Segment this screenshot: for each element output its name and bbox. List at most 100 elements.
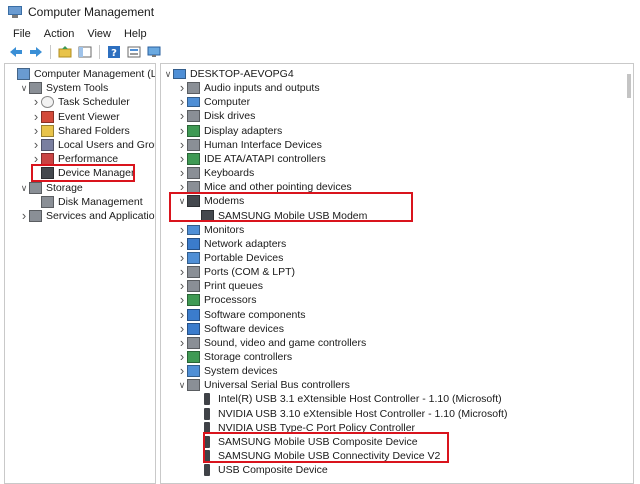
- device-tree-item[interactable]: › Ports (COM & LPT): [177, 265, 295, 279]
- nav-tree-item[interactable]: Device Manager: [31, 166, 134, 180]
- chevron-down-icon[interactable]: ∨: [163, 67, 173, 81]
- device-tree-item[interactable]: › Monitors: [177, 222, 244, 237]
- device-tree-item[interactable]: SAMSUNG Mobile USB Modem: [191, 209, 367, 223]
- device-tree-item[interactable]: NVIDIA USB 3.10 eXtensible Host Controll…: [191, 407, 507, 421]
- menu-help[interactable]: Help: [124, 28, 147, 40]
- chevron-right-icon[interactable]: ›: [177, 236, 187, 251]
- chevron-right-icon[interactable]: ›: [177, 166, 187, 180]
- nav-tree-item[interactable]: › Local Users and Groups: [31, 138, 155, 152]
- nav-tree-item[interactable]: › Task Scheduler: [31, 95, 130, 109]
- device-tree-item[interactable]: › Keyboards: [177, 166, 254, 180]
- chevron-right-icon[interactable]: ›: [177, 321, 187, 336]
- menu-file[interactable]: File: [13, 28, 31, 40]
- device-tree-item[interactable]: › IDE ATA/ATAPI controllers: [177, 151, 326, 166]
- device-tree-item[interactable]: › Human Interface Devices: [177, 137, 322, 152]
- device-tree-item[interactable]: › Print queues: [177, 279, 263, 293]
- chevron-down-icon[interactable]: ∨: [19, 81, 29, 95]
- chevron-right-icon[interactable]: ›: [177, 250, 187, 265]
- device-tree-item[interactable]: › Processors: [177, 293, 257, 307]
- chevron-right-icon[interactable]: ›: [31, 152, 41, 166]
- nav-tree-item[interactable]: › Shared Folders: [31, 123, 130, 138]
- device-tree-item[interactable]: › Storage controllers: [177, 350, 292, 364]
- chevron-right-icon[interactable]: ›: [31, 123, 41, 138]
- device-tree-item[interactable]: › Audio inputs and outputs: [177, 81, 320, 95]
- chevron-right-icon[interactable]: ›: [177, 307, 187, 322]
- tree-item-label: Storage: [46, 181, 83, 194]
- device-tree-item[interactable]: › Disk drives: [177, 109, 256, 123]
- device-tree-pane[interactable]: ∨ DESKTOP-AEVOPG4 › Audio inputs and output…: [160, 63, 634, 484]
- chevron-right-icon[interactable]: ›: [177, 123, 187, 138]
- device-tree-item[interactable]: › Portable Devices: [177, 250, 284, 265]
- back-arrow-icon[interactable]: [8, 45, 24, 59]
- chevron-right-icon[interactable]: ›: [177, 81, 187, 95]
- chevron-right-icon[interactable]: ›: [177, 95, 187, 109]
- ide-controller-icon: [187, 152, 200, 165]
- device-tree-item[interactable]: ∨ Universal Serial Bus controllers: [177, 378, 350, 392]
- event-viewer-icon: [41, 110, 54, 123]
- chevron-right-icon[interactable]: ›: [177, 265, 187, 279]
- chevron-right-icon[interactable]: ›: [177, 350, 187, 364]
- menu-view[interactable]: View: [87, 28, 111, 40]
- menu-action[interactable]: Action: [44, 28, 75, 40]
- device-tree-item[interactable]: SAMSUNG Mobile USB Connectivity Device V…: [191, 449, 440, 463]
- tree-item-label: Network adapters: [204, 237, 287, 250]
- chevron-down-icon[interactable]: ∨: [177, 378, 187, 392]
- chevron-right-icon[interactable]: ›: [19, 209, 29, 223]
- chevron-right-icon[interactable]: ›: [177, 151, 187, 166]
- nav-tree-item[interactable]: Computer Management (Local: [7, 67, 155, 81]
- chevron-right-icon[interactable]: ›: [177, 279, 187, 293]
- display-adapter-icon: [187, 124, 200, 137]
- chevron-right-icon[interactable]: ›: [177, 364, 187, 378]
- chevron-right-icon[interactable]: ›: [177, 180, 187, 194]
- chevron-right-icon[interactable]: ›: [31, 138, 41, 152]
- device-tree-item[interactable]: ∨ DESKTOP-AEVOPG4: [163, 67, 294, 81]
- forward-arrow-icon[interactable]: [28, 45, 44, 59]
- device-tree-item[interactable]: ∨ Modems: [177, 194, 244, 208]
- chevron-right-icon[interactable]: ›: [177, 335, 187, 350]
- device-tree-item[interactable]: NVIDIA USB Type-C Port Policy Controller: [191, 421, 415, 435]
- users-icon: [41, 139, 54, 151]
- device-tree-item[interactable]: › Network adapters: [177, 236, 287, 251]
- tree-item-label: NVIDIA USB Type-C Port Policy Controller: [218, 421, 416, 434]
- device-tree-item[interactable]: › Sound, video and game controllers: [177, 335, 366, 350]
- nav-tree-item[interactable]: › Event Viewer: [31, 109, 120, 124]
- printer-icon: [187, 280, 200, 293]
- nav-tree-item[interactable]: Disk Management: [31, 195, 143, 209]
- nav-tree-item[interactable]: ∨ Storage: [19, 181, 83, 195]
- port-icon: [187, 266, 200, 279]
- chevron-right-icon[interactable]: ›: [31, 95, 41, 109]
- device-tree-item[interactable]: USB Composite Device: [191, 463, 328, 477]
- device-tree-item[interactable]: › Mice and other pointing devices: [177, 180, 352, 194]
- navigation-tree-pane[interactable]: Computer Management (Local∨System Tools›…: [4, 63, 156, 484]
- device-tree-item[interactable]: Intel(R) USB 3.1 eXtensible Host Control…: [191, 392, 502, 406]
- chevron-down-icon[interactable]: ∨: [19, 181, 29, 195]
- disk-icon: [41, 195, 54, 208]
- nav-tree-item[interactable]: › Performance: [31, 152, 118, 166]
- chevron-down-icon[interactable]: ∨: [177, 194, 187, 208]
- device-tree-item[interactable]: › Software components: [177, 307, 306, 322]
- up-folder-icon[interactable]: [57, 45, 73, 59]
- chevron-right-icon[interactable]: ›: [177, 137, 187, 152]
- chevron-right-icon[interactable]: ›: [177, 109, 187, 123]
- chevron-right-icon[interactable]: ›: [177, 222, 187, 237]
- device-tree-item[interactable]: SAMSUNG Mobile USB Composite Device: [191, 435, 418, 449]
- scrollbar-thumb[interactable]: [627, 74, 631, 98]
- properties-icon[interactable]: [126, 45, 142, 59]
- chevron-right-icon[interactable]: ›: [31, 109, 41, 124]
- show-hide-tree-icon[interactable]: [77, 45, 93, 59]
- help-icon[interactable]: ?: [106, 45, 122, 59]
- monitor-icon[interactable]: [146, 45, 162, 59]
- device-tree-item[interactable]: › Software devices: [177, 321, 284, 336]
- vertical-scrollbar[interactable]: [625, 64, 633, 483]
- tree-item-label: Computer: [204, 96, 251, 109]
- device-tree-item[interactable]: › Display adapters: [177, 123, 282, 138]
- device-tree-item[interactable]: › Computer: [177, 95, 250, 109]
- nav-tree-item[interactable]: › Services and Applications: [19, 209, 156, 223]
- device-tree-item[interactable]: › System devices: [177, 364, 278, 378]
- tree-item-label: Event Viewer: [58, 110, 120, 123]
- nav-tree-item[interactable]: ∨ System Tools: [19, 81, 108, 95]
- tree-item-label: Services and Applications: [46, 210, 156, 222]
- tree-item-label: NVIDIA USB 3.10 eXtensible Host Controll…: [218, 407, 508, 420]
- chevron-right-icon[interactable]: ›: [177, 293, 187, 307]
